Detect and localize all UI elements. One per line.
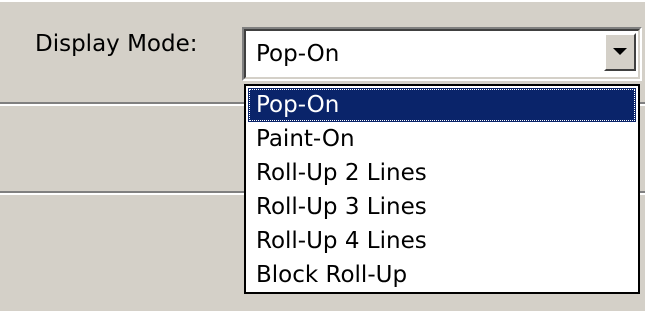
display-mode-combobox[interactable]: Pop-On bbox=[242, 27, 642, 81]
combobox-frame: Pop-On bbox=[244, 29, 640, 79]
dropdown-option-pop-on[interactable]: Pop-On bbox=[248, 88, 636, 122]
dropdown-option-paint-on[interactable]: Paint-On bbox=[248, 122, 636, 156]
dropdown-button[interactable] bbox=[604, 33, 636, 71]
dropdown-option-block-roll-up[interactable]: Block Roll-Up bbox=[248, 258, 636, 292]
dropdown-option-roll-up-4-lines[interactable]: Roll-Up 4 Lines bbox=[248, 224, 636, 258]
dropdown-option-roll-up-3-lines[interactable]: Roll-Up 3 Lines bbox=[248, 190, 636, 224]
display-mode-dropdown-list: Pop-On Paint-On Roll-Up 2 Lines Roll-Up … bbox=[244, 84, 640, 294]
combobox-value: Pop-On bbox=[256, 41, 340, 67]
chevron-down-icon bbox=[613, 48, 627, 55]
settings-panel: Display Mode: Pop-On Pop-On Paint-On Rol… bbox=[0, 0, 645, 311]
panel-top-highlight bbox=[0, 0, 645, 2]
display-mode-label: Display Mode: bbox=[35, 31, 198, 57]
dropdown-option-roll-up-2-lines[interactable]: Roll-Up 2 Lines bbox=[248, 156, 636, 190]
